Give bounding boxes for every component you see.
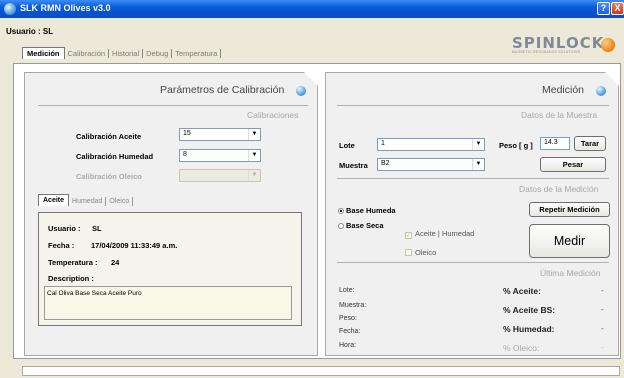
pct-aceite-bs-value: -	[601, 305, 604, 314]
tab-debug[interactable]: Debug	[143, 48, 173, 58]
app-icon	[4, 3, 16, 15]
subtab-aceite[interactable]: Aceite	[38, 194, 70, 206]
info-temperatura-value: 24	[111, 258, 120, 267]
tab-calibracion[interactable]: Calibración	[65, 48, 110, 58]
checkbox-aceite-humedad-label: Aceite | Humedad	[415, 229, 475, 238]
checkmark-icon: ✓	[405, 232, 412, 239]
measurement-title: Medición	[542, 84, 585, 96]
spinlock-logo: SPINLOCK MAGNETIC RESONANCE SOLUTIONS	[512, 34, 604, 54]
info-usuario-label: Usuario :	[48, 224, 81, 233]
checkbox-oleico-label: Oleico	[415, 248, 437, 257]
tarar-button[interactable]: Tarar	[574, 136, 606, 151]
title-bar: SLK RMN Olives v3.0 ? X	[0, 0, 624, 18]
muestra-value: B2	[381, 160, 390, 167]
result-hora-label: Hora:	[339, 342, 357, 349]
radio-base-seca[interactable]: Base Seca	[338, 221, 384, 230]
checkbox-oleico: Oleico	[405, 248, 436, 257]
logo-mark-icon	[601, 38, 615, 52]
pct-aceite-label: % Aceite:	[503, 286, 541, 296]
tab-historial[interactable]: Historial	[109, 48, 144, 58]
muestra-label: Muestra	[339, 161, 368, 170]
peso-label: Peso [ g ]	[499, 141, 533, 150]
cal-aceite-value: 15	[183, 130, 191, 137]
info-temperatura-label: Temperatura :	[48, 258, 98, 267]
tab-medicion[interactable]: Medición	[22, 47, 65, 59]
lote-value: 1	[381, 140, 385, 147]
info-fecha-label: Fecha :	[48, 241, 75, 250]
result-fecha-label: Fecha:	[339, 328, 361, 335]
cal-oleico-select: ▼	[179, 169, 261, 182]
panel-corner	[605, 72, 619, 86]
result-peso-label: Peso:	[339, 315, 357, 322]
panel-corner	[304, 72, 318, 86]
result-lote-label: Lote:	[339, 287, 355, 294]
cal-oleico-label: Calibración Oleico	[76, 172, 142, 181]
subtab-humedad[interactable]: Humedad	[69, 197, 107, 206]
measurement-orb-icon	[596, 86, 606, 96]
close-button[interactable]: X	[611, 2, 624, 15]
calibraciones-section-label: Calibraciones	[247, 110, 299, 120]
muestra-select[interactable]: B2 ▼	[377, 158, 485, 171]
datos-medicion-section-label: Datos de la Medición	[519, 184, 599, 194]
ultima-medicion-section-label: Última Medición	[540, 268, 601, 278]
divider	[337, 105, 609, 106]
user-label: Usuario : SL	[6, 27, 54, 36]
chevron-down-icon: ▼	[248, 170, 260, 181]
peso-input[interactable]: 14.3	[540, 137, 570, 150]
radio-base-humeda-label: Base Humeda	[346, 206, 396, 215]
cal-humedad-select[interactable]: 8 ▼	[179, 149, 261, 162]
pct-oleico-value: -	[601, 343, 604, 352]
chevron-down-icon[interactable]: ▼	[248, 150, 260, 161]
main-tabs: Medición Calibración Historial Debug Tem…	[22, 46, 222, 60]
divider	[38, 105, 308, 106]
info-description-label: Description :	[48, 274, 94, 283]
info-fecha-value: 17/04/2009 11:33:49 a.m.	[91, 241, 178, 250]
help-button[interactable]: ?	[597, 2, 610, 15]
radio-base-humeda[interactable]: Base Humeda	[338, 206, 396, 215]
calibration-orb-icon	[296, 86, 306, 96]
radio-base-seca-label: Base Seca	[346, 221, 384, 230]
lote-select[interactable]: 1 ▼	[377, 138, 485, 151]
pct-humedad-value: -	[601, 324, 604, 333]
checkbox-empty-icon	[405, 249, 412, 256]
pct-oleico-label: % Oleico:	[503, 343, 540, 353]
datos-muestra-section-label: Datos de la Muestra	[521, 110, 598, 120]
checkbox-aceite-humedad: ✓ Aceite | Humedad	[405, 229, 474, 239]
result-muestra-label: Muestra:	[339, 302, 367, 309]
tab-temperatura[interactable]: Temperatura	[172, 48, 222, 58]
divider	[337, 262, 609, 263]
divider	[337, 178, 609, 179]
lote-label: Lote	[339, 141, 355, 150]
chevron-down-icon[interactable]: ▼	[248, 129, 260, 140]
calibration-subtabs: Aceite Humedad Oleico	[38, 194, 134, 206]
chevron-down-icon[interactable]: ▼	[472, 159, 484, 170]
pct-aceite-value: -	[601, 286, 604, 295]
subtab-oleico[interactable]: Oleico	[106, 197, 134, 206]
radio-unselected-icon	[338, 223, 344, 229]
repetir-medicion-button[interactable]: Repetir Medición	[529, 202, 610, 217]
status-bar	[22, 366, 620, 376]
cal-humedad-value: 8	[183, 151, 187, 158]
calibration-title: Parámetros de Calibración	[160, 84, 285, 96]
radio-selected-icon	[338, 208, 344, 214]
pesar-button[interactable]: Pesar	[540, 157, 606, 172]
cal-aceite-select[interactable]: 15 ▼	[179, 128, 261, 141]
medir-button[interactable]: Medir	[529, 224, 610, 258]
cal-humedad-label: Calibración Humedad	[76, 152, 154, 161]
chevron-down-icon[interactable]: ▼	[472, 139, 484, 150]
cal-aceite-label: Calibración Aceite	[76, 132, 142, 141]
pct-humedad-label: % Humedad:	[503, 324, 555, 334]
description-field[interactable]: Cal Oliva Base Seca Aceite Puro	[44, 286, 292, 320]
pct-aceite-bs-label: % Aceite BS:	[503, 305, 556, 315]
window-title: SLK RMN Olives v3.0	[20, 3, 111, 13]
info-usuario-value: SL	[92, 224, 102, 233]
